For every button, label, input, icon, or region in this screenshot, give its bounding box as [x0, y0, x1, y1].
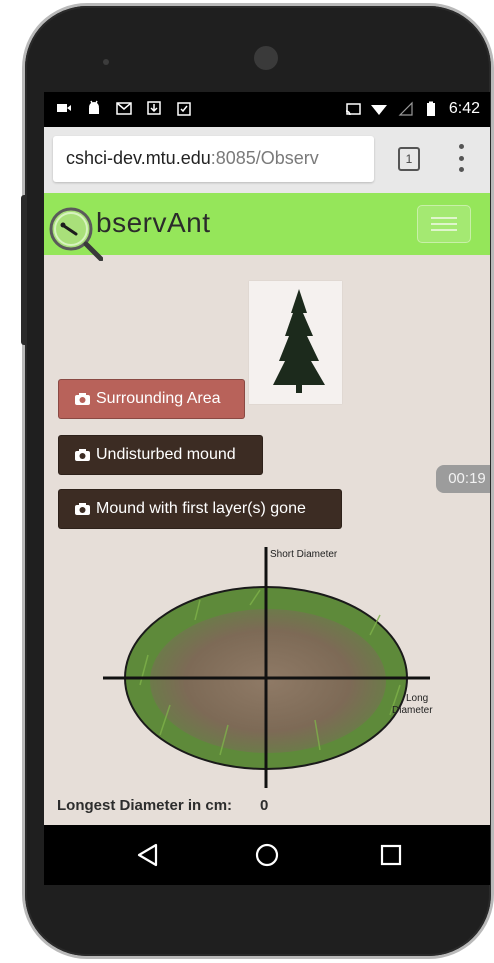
longest-diameter-value: 0: [260, 797, 269, 814]
url-path: :8085/Observ: [210, 148, 319, 168]
recording-timer: 00:19: [436, 465, 490, 493]
gmail-icon: [116, 102, 132, 115]
notification-icons: [56, 100, 192, 116]
url-text: cshci-dev.mtu.edu:8085/Observ: [66, 148, 368, 169]
home-icon[interactable]: [253, 841, 281, 869]
tree-photo: [249, 281, 342, 404]
cast-icon: [345, 103, 361, 116]
status-bar: 6:42: [44, 92, 490, 127]
undisturbed-mound-label: Undisturbed mound: [96, 446, 236, 463]
phone-side-button: [21, 195, 27, 345]
phone-sensor: [103, 59, 109, 65]
wifi-icon: [370, 105, 387, 115]
android-nav-bar: [44, 825, 490, 885]
android-icon: [89, 100, 99, 114]
browser-menu-icon[interactable]: [456, 144, 466, 172]
battery-icon: [426, 101, 435, 116]
undisturbed-mound-button[interactable]: Undisturbed mound: [58, 435, 263, 475]
app-navbar: bservAnt: [44, 193, 490, 261]
system-icons: 6:42: [345, 100, 480, 118]
magnifier-ant-logo[interactable]: [47, 205, 103, 261]
long-diameter-label-1: Long: [406, 693, 428, 704]
mound-first-layers-gone-button[interactable]: Mound with first layer(s) gone: [58, 489, 342, 529]
camera-icon: [75, 503, 90, 515]
brand-name[interactable]: bservAnt: [96, 207, 211, 239]
camera-icon: [75, 393, 90, 405]
download-icon: [147, 101, 161, 115]
video-icon: [57, 104, 71, 112]
surrounding-area-label: Surrounding Area: [96, 390, 221, 407]
mound-diameter-diagram: Short Diameter Long Diameter: [103, 547, 433, 788]
back-icon[interactable]: [134, 841, 162, 869]
short-diameter-label: Short Diameter: [270, 549, 338, 560]
camera-icon: [75, 449, 90, 461]
browser-toolbar: cshci-dev.mtu.edu:8085/Observ 1: [44, 127, 490, 193]
tab-switcher-button[interactable]: 1: [398, 147, 420, 171]
front-camera: [254, 46, 278, 70]
signal-icon: [398, 101, 413, 116]
recents-icon[interactable]: [377, 841, 405, 869]
mound-first-layers-gone-label: Mound with first layer(s) gone: [96, 500, 306, 517]
surrounding-area-button[interactable]: Surrounding Area: [58, 379, 245, 419]
long-diameter-label-2: Diameter: [392, 705, 433, 716]
menu-toggle-button[interactable]: [417, 205, 471, 243]
url-host: cshci-dev.mtu.edu: [66, 148, 211, 168]
status-time: 6:42: [448, 100, 480, 117]
longest-diameter-label: Longest Diameter in cm:: [57, 797, 233, 814]
clipboard-check-icon: [177, 102, 191, 116]
phone-screen: 6:42 cshci-dev.mtu.edu:8085/Observ 1 bse…: [44, 92, 490, 885]
address-bar[interactable]: cshci-dev.mtu.edu:8085/Observ: [53, 136, 374, 182]
page-content: Surrounding Area Undisturbed mound Mound…: [44, 255, 490, 836]
